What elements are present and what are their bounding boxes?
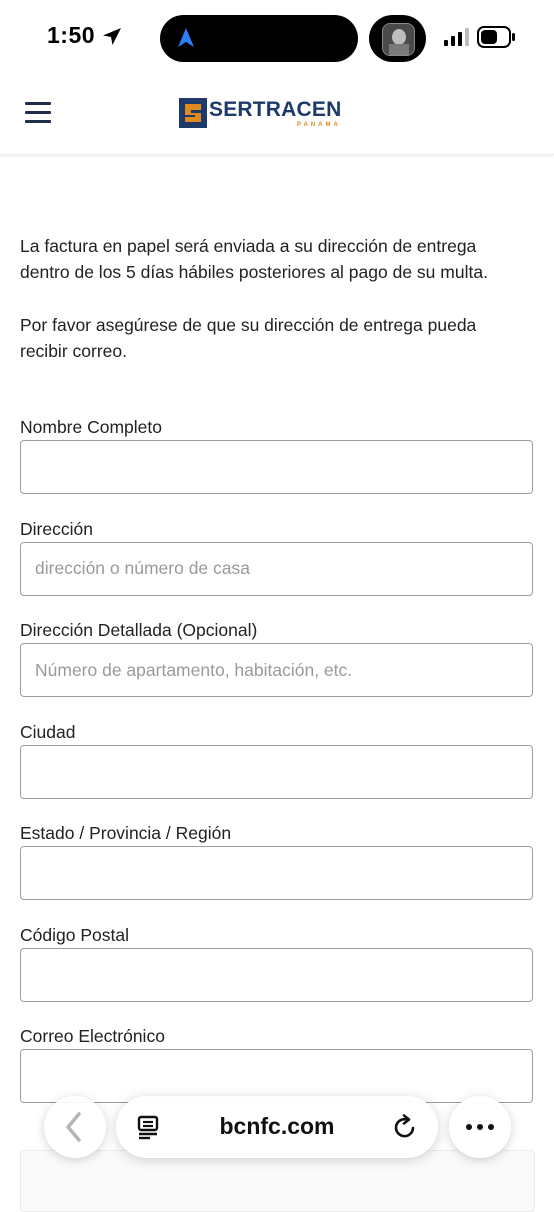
sertracen-logo-mark <box>179 98 207 128</box>
location-arrow-icon <box>103 28 121 45</box>
status-bar: 1:50 <box>0 0 554 76</box>
album-art-thumbnail <box>382 23 415 56</box>
address-detail-label: Dirección Detallada (Opcional) <box>20 620 258 640</box>
back-button[interactable] <box>44 1096 106 1158</box>
more-icon <box>466 1124 472 1130</box>
address-detail-input[interactable] <box>20 643 533 697</box>
reload-icon[interactable] <box>392 1114 418 1140</box>
navigation-arrow-icon <box>178 28 194 47</box>
intro-paragraph-2: Por favor asegúrese de que su dirección … <box>20 315 477 361</box>
field-city: Ciudad <box>20 719 534 821</box>
city-label: Ciudad <box>20 721 76 742</box>
delivery-address-form: Nombre Completo Dirección Dirección Deta… <box>20 414 534 1125</box>
field-full-name: Nombre Completo <box>20 414 534 516</box>
field-postal-code: Código Postal <box>20 922 534 1024</box>
dynamic-island <box>160 15 358 62</box>
menu-icon[interactable] <box>25 102 51 124</box>
back-icon <box>66 1112 81 1142</box>
full-name-input[interactable] <box>20 440 533 494</box>
field-address-detail: Dirección Detallada (Opcional) <box>20 617 534 719</box>
more-button[interactable] <box>449 1096 511 1158</box>
field-state: Estado / Provincia / Región <box>20 820 534 922</box>
cellular-signal-icon <box>444 28 469 46</box>
postal-code-label: Código Postal <box>20 924 129 945</box>
address-label: Dirección <box>20 518 93 539</box>
address-input[interactable] <box>20 541 533 596</box>
url-text: bcnfc.com <box>219 1113 335 1139</box>
postal-code-input[interactable] <box>20 947 533 1002</box>
state-input[interactable] <box>20 846 533 900</box>
email-label: Correo Electrónico <box>20 1026 165 1046</box>
state-label: Estado / Provincia / Región <box>20 823 232 843</box>
browser-toolbar: bcnfc.com <box>0 1094 554 1158</box>
city-input[interactable] <box>20 744 533 799</box>
battery-icon <box>477 26 515 48</box>
status-time: 1:50 <box>47 22 96 48</box>
field-address: Dirección <box>20 516 534 618</box>
address-bar[interactable]: bcnfc.com <box>116 1096 438 1158</box>
next-field-input-partial[interactable] <box>20 1150 535 1212</box>
full-name-label: Nombre Completo <box>20 417 162 437</box>
logo-subtext: PANAMA <box>297 122 341 128</box>
site-header: SERTRACEN PANAMA <box>0 76 554 155</box>
intro-paragraph-1: La factura en papel será enviada a su di… <box>20 236 488 282</box>
logo-text: SERTRACEN <box>209 98 342 121</box>
intro-text: La factura en papel será enviada a su di… <box>20 233 520 391</box>
now-playing-indicator <box>369 15 426 62</box>
